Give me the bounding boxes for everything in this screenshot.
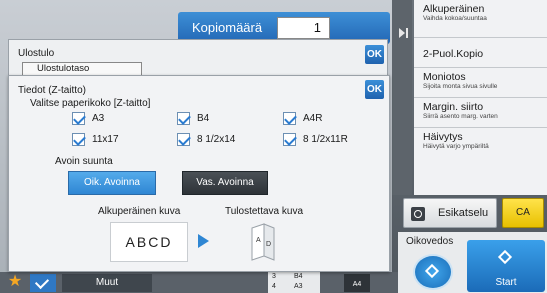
side-item-erase[interactable]: Häivytys Häivytä varjo ympäriltä (414, 128, 547, 158)
paper-size-checkbox-8-5x11r[interactable] (283, 133, 296, 146)
paper-size-label: A4R (303, 113, 323, 124)
check-icon[interactable] (30, 274, 56, 292)
svg-text:D: D (266, 241, 271, 248)
paper-size-checkbox-a4r[interactable] (283, 112, 296, 125)
expand-bar-icon (406, 28, 408, 38)
start-diamond-icon (497, 249, 513, 265)
proof-copy-button[interactable] (413, 254, 453, 290)
arrow-right-icon (198, 234, 209, 248)
original-image-label: Alkuperäinen kuva (98, 206, 181, 217)
open-left-button[interactable]: Vas. Avoinna (182, 171, 268, 195)
side-item-title: Alkuperäinen (423, 3, 485, 15)
paper-size-checkbox-a3[interactable] (72, 112, 85, 125)
favorite-star-icon[interactable]: ★ (4, 272, 26, 293)
side-item-title: Häivytys (423, 131, 463, 143)
side-item-title: 2-Puol.Kopio (423, 48, 484, 60)
paper-size-badge: A4 (344, 274, 370, 292)
side-item-subtitle: Häivytä varjo ympäriltä (423, 143, 489, 150)
paper-size-checkbox-8-5x14[interactable] (177, 133, 190, 146)
side-item-title: Moniotos (423, 71, 466, 83)
side-item-subtitle: Vaihda kokoa/suuntaa (423, 15, 487, 22)
paper-tray-indicator[interactable]: 3 B4 4 A3 (268, 272, 320, 293)
open-direction-label: Avoin suunta (55, 156, 113, 167)
bottom-toolbar (0, 272, 398, 293)
paper-size-checkbox-b4[interactable] (177, 112, 190, 125)
side-item-subtitle: Siirrä asento marg. varten (423, 113, 498, 120)
copies-input[interactable]: 1 (277, 17, 330, 39)
original-image-preview: ABCD (110, 222, 188, 262)
side-item-duplex[interactable]: 2-Puol.Kopio (414, 38, 547, 68)
open-right-button[interactable]: Oik. Avoinna (68, 171, 156, 195)
other-button[interactable]: Muut (62, 274, 152, 292)
paper-size-label: 8 1/2x14 (197, 134, 236, 145)
side-item-subtitle: Sijoita monta sivua sivulle (423, 83, 498, 90)
side-item-nup[interactable]: Moniotos Sijoita monta sivua sivulle (414, 68, 547, 98)
paper-size-label: 11x17 (92, 134, 119, 145)
start-diamond-icon (424, 263, 440, 279)
preview-button[interactable]: Esikatselu (403, 198, 497, 228)
printed-image-label: Tulostettava kuva (225, 206, 304, 217)
output-dialog-title: Ulostulo (18, 48, 55, 59)
side-item-original[interactable]: Alkuperäinen Vaihda kokoa/suuntaa (414, 0, 547, 38)
start-button[interactable]: Start (467, 240, 545, 292)
tray-number: 4 (272, 283, 276, 290)
paper-size-label: B4 (197, 113, 210, 124)
svg-text:A: A (256, 237, 261, 244)
side-item-title: Margin. siirto (423, 101, 484, 113)
proof-copy-label: Oikovedos (406, 236, 454, 247)
side-item-margin-shift[interactable]: Margin. siirto Siirrä asento marg. varte… (414, 98, 547, 128)
paper-size-prompt: Valitse paperikoko [Z-taitto] (30, 98, 151, 109)
tray-size: A3 (294, 283, 303, 290)
clear-all-button[interactable]: CA (502, 198, 544, 228)
z-fold-ok-button[interactable]: OK (365, 80, 384, 99)
copies-label: Kopiomäärä (192, 20, 263, 35)
output-ok-button[interactable]: OK (365, 45, 384, 64)
paper-size-label: 8 1/2x11R (303, 134, 348, 145)
start-label: Start (495, 277, 517, 288)
preview-label: Esikatselu (438, 207, 489, 219)
expand-arrow-icon (399, 28, 405, 38)
tray-number: 3 (272, 273, 276, 280)
output-tray-tab[interactable]: Ulostulotaso (22, 62, 142, 76)
tray-size: B4 (294, 273, 303, 280)
z-fold-dialog-title: Tiedot (Z-taitto) (18, 85, 86, 96)
paper-size-checkbox-11x17[interactable] (72, 133, 85, 146)
z-fold-output-icon: A D (251, 223, 275, 261)
paper-size-label: A3 (92, 113, 105, 124)
original-sample-text: ABCD (125, 234, 173, 250)
preview-icon (411, 207, 425, 221)
